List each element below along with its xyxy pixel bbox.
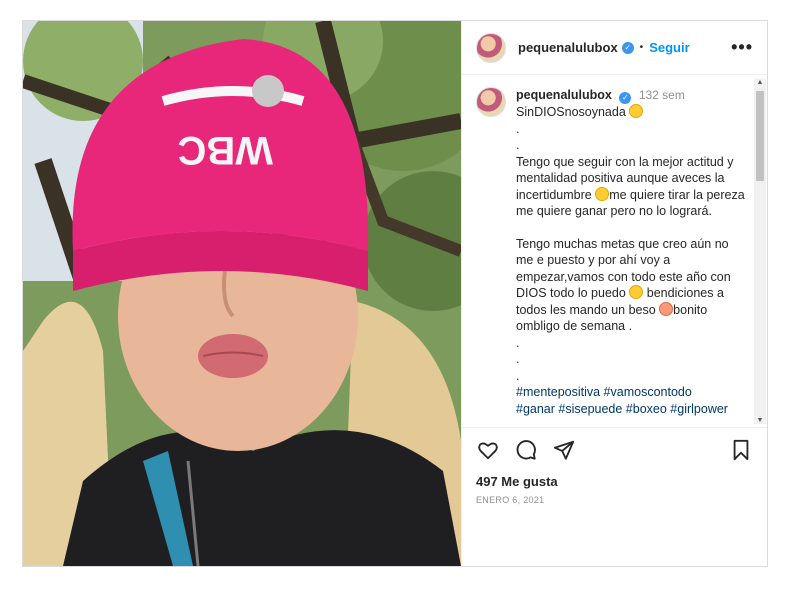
post-photo[interactable]: WBC	[23, 21, 461, 566]
caption-line: .	[516, 138, 520, 152]
caption-username[interactable]: pequenalulubox	[516, 88, 612, 102]
instagram-post: WBC pequenalulubox ✓ • Seguir ••• pequen…	[22, 20, 768, 567]
caption-line: .	[516, 335, 520, 350]
hashtags-line[interactable]: #ganar #sisepuede #boxeo #girlpower	[516, 401, 746, 418]
post-side-panel: pequenalulubox ✓ • Seguir ••• pequenalul…	[461, 21, 767, 566]
smiling-angel-emoji-icon	[629, 104, 644, 118]
post-date[interactable]: ENERO 6, 2021	[462, 495, 767, 505]
more-icon[interactable]: •••	[731, 37, 753, 58]
scrollbar-thumb[interactable]	[756, 91, 764, 181]
caption-line: .	[516, 352, 520, 366]
follow-button[interactable]: Seguir	[649, 40, 689, 55]
post-time[interactable]: 132 sem	[639, 88, 685, 102]
likes-count[interactable]: 497 Me gusta	[462, 474, 767, 489]
post-header: pequenalulubox ✓ • Seguir •••	[462, 21, 767, 75]
comments-scrollbar[interactable]: ▲ ▼	[754, 79, 766, 424]
caption-line: SinDIOSnosoynada	[516, 105, 626, 119]
bookmark-icon[interactable]	[729, 438, 753, 462]
hashtags-line[interactable]: #mentepositiva #vamoscontodo	[516, 384, 746, 401]
scroll-down-icon[interactable]: ▼	[756, 417, 764, 424]
caption-line: .	[516, 121, 520, 136]
verified-icon: ✓	[619, 92, 632, 104]
kiss-emoji-icon	[659, 301, 674, 316]
header-username[interactable]: pequenalulubox	[518, 40, 618, 55]
post-actions	[462, 428, 767, 472]
verified-icon: ✓	[621, 41, 634, 54]
header-separator: •	[639, 42, 644, 53]
caption: pequenalulubox ✓ 132 sem SinDIOSnosoynad…	[516, 87, 746, 417]
share-icon[interactable]	[552, 438, 576, 462]
caption-line: .	[516, 368, 520, 383]
comment-icon[interactable]	[514, 438, 538, 462]
comments-area[interactable]: pequenalulubox ✓ 132 sem SinDIOSnosoynad…	[462, 75, 767, 428]
caption-row: pequenalulubox ✓ 132 sem SinDIOSnosoynad…	[462, 75, 767, 417]
smiling-angel-emoji-icon	[629, 285, 644, 299]
avatar[interactable]	[476, 32, 506, 63]
heart-icon[interactable]	[476, 438, 500, 462]
screaming-face-emoji-icon	[595, 186, 610, 201]
selfie-illustration: WBC	[23, 21, 461, 566]
hat-logo-text: WBC	[177, 128, 273, 172]
caption-avatar[interactable]	[476, 87, 506, 117]
scroll-up-icon[interactable]: ▲	[756, 79, 764, 86]
